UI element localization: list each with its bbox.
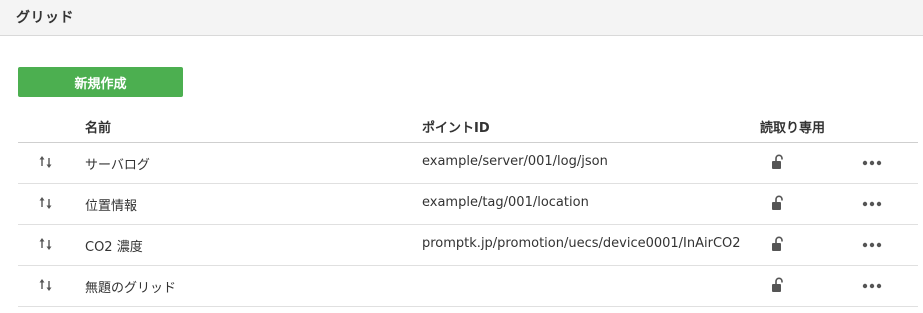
sort-arrows-icon[interactable] [38,195,54,211]
table-row[interactable]: サーバログ example/server/001/log/json [18,143,918,184]
unlocked-lock-icon[interactable] [771,154,785,170]
table-row[interactable]: CO2 濃度 promptk.jp/promotion/uecs/device0… [18,225,918,266]
unlocked-lock-icon[interactable] [771,195,785,211]
row-point-id: promptk.jp/promotion/uecs/device0001/InA… [422,236,741,251]
row-name[interactable]: CO2 濃度 [85,236,143,255]
column-header-name: 名前 [85,121,112,136]
sort-arrows-icon[interactable] [38,236,54,252]
table-header-row: 名前 ポイントID 読取り専用 [18,108,918,143]
more-dots-icon[interactable] [860,155,884,169]
sort-arrows-icon[interactable] [38,277,54,293]
unlocked-lock-icon[interactable] [771,277,785,293]
grid-table: 名前 ポイントID 読取り専用 サーバログ example/server/001… [18,108,918,307]
row-name[interactable]: サーバログ [85,154,150,173]
create-new-button[interactable]: 新規作成 [18,67,183,97]
row-name[interactable]: 無題のグリッド [85,277,176,296]
table-row[interactable]: 位置情報 example/tag/001/location [18,184,918,225]
column-header-read-only: 読取り専用 [760,121,826,136]
sort-arrows-icon[interactable] [38,154,54,170]
more-dots-icon[interactable] [860,237,884,251]
row-point-id: example/tag/001/location [422,195,589,210]
unlocked-lock-icon[interactable] [771,236,785,252]
page-header: グリッド [0,0,923,36]
table-row[interactable]: 無題のグリッド [18,266,918,307]
more-dots-icon[interactable] [860,196,884,210]
page-title: グリッド [16,10,74,26]
row-name[interactable]: 位置情報 [85,195,137,214]
row-point-id: example/server/001/log/json [422,154,608,169]
column-header-point-id: ポイントID [422,121,490,136]
more-dots-icon[interactable] [860,278,884,292]
